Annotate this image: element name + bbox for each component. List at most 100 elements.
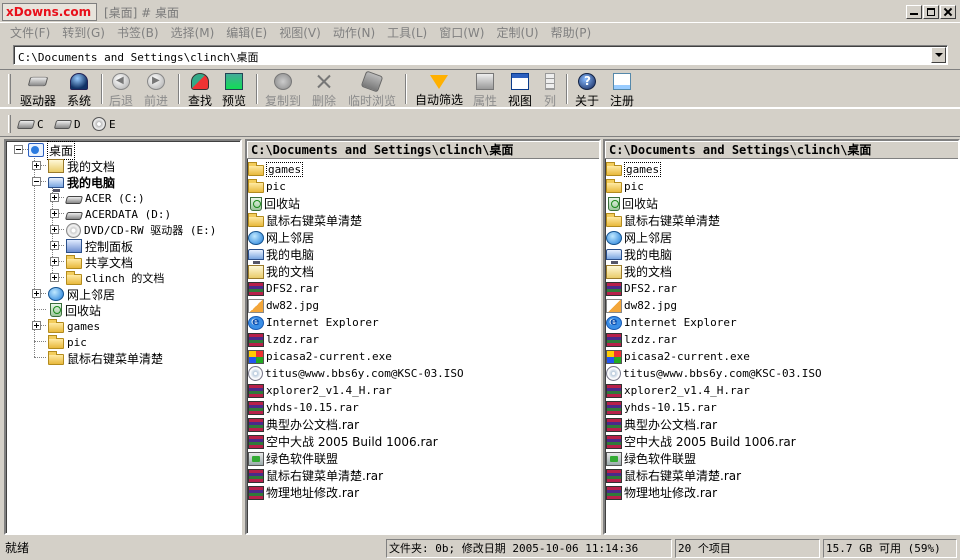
list-item[interactable]: 网上邻居 [248,229,314,246]
list-item[interactable]: yhds-10.15.rar [248,399,359,416]
tree-node-games[interactable]: games [48,318,100,334]
list-item[interactable]: dw82.jpg [248,297,319,314]
list-item[interactable]: 典型办公文档.rar [248,416,359,433]
menu-action[interactable]: 动作(N) [327,24,381,41]
back-button[interactable]: 后退 [106,73,136,108]
tree-node-rightclick-folder[interactable]: 鼠标右键菜单清楚 [48,350,163,366]
list-item[interactable]: pic [606,178,644,195]
list-item[interactable]: 网上邻居 [606,229,672,246]
drive-e-button[interactable]: E [92,116,116,132]
list-item[interactable]: games [248,161,304,178]
menu-window[interactable]: 窗口(W) [433,24,490,41]
menu-bookmarks[interactable]: 书签(B) [111,24,165,41]
list-item[interactable]: 物理地址修改.rar [248,484,359,501]
tree-node-recycle-bin[interactable]: 回收站 [48,302,101,318]
tree-node-drive-d[interactable]: ACERDATA (D:) [64,206,171,222]
toolbar-grip[interactable] [8,74,11,104]
pane-path-header[interactable]: C:\Documents and Settings\clinch\桌面 [247,141,599,159]
address-dropdown-button[interactable] [931,47,946,63]
list-item[interactable]: 绿色软件联盟 [248,450,338,467]
tree-node-control-panel[interactable]: 控制面板 [66,238,133,254]
tree-node-drive-e[interactable]: DVD/CD-RW 驱动器 (E:) [66,222,216,238]
tree-node-pic[interactable]: pic [48,334,87,350]
list-item[interactable]: 鼠标右键菜单清楚.rar [606,467,741,484]
list-item[interactable]: 我的文档 [606,263,672,280]
list-item[interactable]: titus@www.bbs6y.com@KSC-03.ISO [606,365,822,382]
list-item[interactable]: picasa2-current.exe [248,348,392,365]
menu-edit[interactable]: 编辑(E) [220,24,273,41]
drive-d-button[interactable]: D [53,116,81,132]
maximize-button[interactable] [923,5,939,19]
list-item[interactable]: 鼠标右键菜单清楚 [248,212,362,229]
list-item[interactable]: DFS2.rar [606,280,677,297]
list-item[interactable]: 我的电脑 [248,246,314,264]
properties-button[interactable]: 属性 [470,73,500,108]
list-item[interactable]: pic [248,178,286,195]
list-item[interactable]: DFS2.rar [248,280,319,297]
menu-file[interactable]: 文件(F) [4,24,56,41]
list-item[interactable]: xplorer2_v1.4_H.rar [248,382,392,399]
tree-expand-toggle[interactable] [50,241,59,250]
drive-c-button[interactable]: C [16,116,44,132]
list-item[interactable]: 鼠标右键菜单清楚 [606,212,720,229]
menu-tools[interactable]: 工具(L) [381,24,433,41]
list-item[interactable]: dw82.jpg [606,297,677,314]
pane-path-header[interactable]: C:\Documents and Settings\clinch\桌面 [605,141,958,159]
menu-customize[interactable]: 定制(U) [490,24,544,41]
list-item[interactable]: 空中大战 2005 Build 1006.rar [606,433,796,450]
tree-expand-toggle[interactable] [32,321,41,330]
file-list-pane-left[interactable]: C:\Documents and Settings\clinch\桌面 game… [245,139,601,535]
menu-view[interactable]: 视图(V) [273,24,327,41]
tree-node-mycomputer[interactable]: 我的电脑 [48,174,115,192]
drives-button[interactable]: 驱动器 [18,73,58,108]
list-item[interactable]: xplorer2_v1.4_H.rar [606,382,750,399]
list-item[interactable]: 绿色软件联盟 [606,450,696,467]
list-item[interactable]: Internet Explorer [606,314,737,331]
register-button[interactable]: 注册 [607,73,637,108]
list-item[interactable]: 物理地址修改.rar [606,484,717,501]
tree-expand-toggle[interactable] [50,193,59,202]
preview-button[interactable]: 预览 [219,73,249,108]
list-item[interactable]: games [606,161,662,178]
list-item[interactable]: picasa2-current.exe [606,348,750,365]
minimize-button[interactable] [906,5,922,19]
temp-browse-button[interactable]: 临时浏览 [345,70,399,108]
delete-button[interactable]: 删除 [309,73,339,108]
address-combobox[interactable]: C:\Documents and Settings\clinch\桌面 [13,45,948,65]
find-button[interactable]: 查找 [185,73,215,108]
list-item[interactable]: 典型办公文档.rar [606,416,717,433]
list-item[interactable]: yhds-10.15.rar [606,399,717,416]
tree-expand-toggle[interactable] [32,289,41,298]
list-item[interactable]: Internet Explorer [248,314,379,331]
forward-button[interactable]: 前进 [140,73,172,108]
auto-filter-button[interactable]: 自动筛选 [412,73,466,107]
view-button[interactable]: 视图 [505,73,535,108]
list-item[interactable]: 回收站 [248,195,300,212]
system-button[interactable]: 系统 [62,73,96,108]
tree-expand-toggle[interactable] [50,257,59,266]
tree-collapse-toggle[interactable] [14,145,23,154]
folder-tree-pane[interactable]: 桌面 我的文档 我的电脑 ACER (C:) ACERDATA (D:) DVD… [4,139,242,535]
list-item[interactable]: lzdz.rar [248,331,319,348]
tree-expand-toggle[interactable] [32,161,41,170]
copy-to-button[interactable]: 复制到 [263,73,303,108]
menu-select[interactable]: 选择(M) [165,24,221,41]
list-item[interactable]: 空中大战 2005 Build 1006.rar [248,433,438,450]
tree-expand-toggle[interactable] [50,273,59,282]
tree-node-mydocs[interactable]: 我的文档 [48,158,115,174]
tree-node-clinch-docs[interactable]: clinch 的文档 [66,270,164,286]
drivebar-grip[interactable] [8,115,11,133]
about-button[interactable]: 关于 [572,73,602,108]
tree-node-desktop[interactable]: 桌面 [28,141,76,160]
list-item[interactable]: 回收站 [606,195,658,212]
tree-node-drive-c[interactable]: ACER (C:) [64,190,145,206]
list-item[interactable]: lzdz.rar [606,331,677,348]
menu-help[interactable]: 帮助(P) [545,24,598,41]
tree-node-shared-docs[interactable]: 共享文档 [66,254,133,270]
close-button[interactable] [940,5,956,19]
file-list-pane-right[interactable]: C:\Documents and Settings\clinch\桌面 game… [603,139,960,535]
tree-expand-toggle[interactable] [50,225,59,234]
tree-collapse-toggle[interactable] [32,177,41,186]
list-item[interactable]: 我的电脑 [606,246,672,264]
tree-expand-toggle[interactable] [50,209,59,218]
